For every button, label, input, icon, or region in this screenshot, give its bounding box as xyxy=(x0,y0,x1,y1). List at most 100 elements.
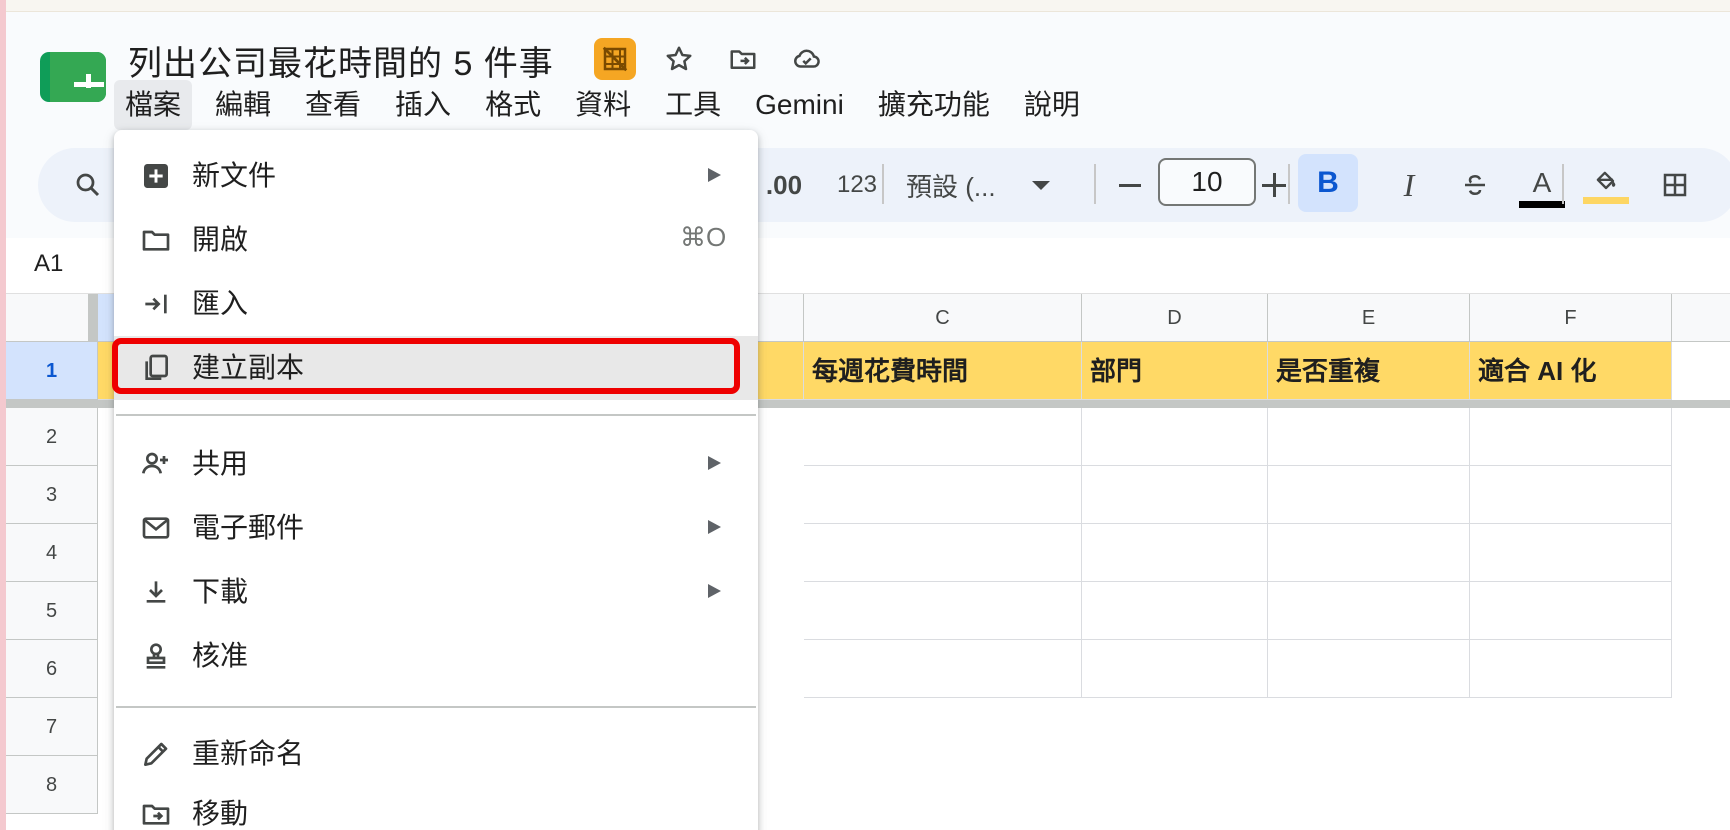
menu-item-label: 核准 xyxy=(192,640,249,671)
menu-view[interactable]: 查看 xyxy=(294,80,372,130)
minus-icon xyxy=(1119,183,1141,187)
menu-item-share[interactable]: 共用 xyxy=(114,432,758,496)
window-top-strip xyxy=(0,0,1730,12)
borders-button[interactable] xyxy=(1650,148,1700,222)
freeze-handle[interactable] xyxy=(88,294,98,342)
grid-cell[interactable] xyxy=(1268,466,1470,524)
row-header-1[interactable]: 1 xyxy=(6,342,98,400)
menu-bar: 檔案 編輯 查看 插入 格式 資料 工具 Gemini 擴充功能 說明 xyxy=(114,80,1103,130)
menu-divider xyxy=(116,706,756,708)
no-grid-badge-icon[interactable] xyxy=(594,38,636,80)
column-header-d[interactable]: D xyxy=(1082,294,1268,342)
grid-cell[interactable] xyxy=(804,582,1082,640)
row-header-6[interactable]: 6 xyxy=(6,640,98,698)
search-menus-icon[interactable] xyxy=(66,148,110,222)
column-header-g[interactable] xyxy=(1672,294,1730,342)
row-header-8[interactable]: 8 xyxy=(6,756,98,814)
row-header-4[interactable]: 4 xyxy=(6,524,98,582)
shortcut-label: ⌘O xyxy=(680,222,727,252)
fill-color-button[interactable] xyxy=(1578,148,1634,222)
column-header-f[interactable]: F xyxy=(1470,294,1672,342)
bold-button[interactable]: B xyxy=(1298,154,1358,212)
select-all-corner[interactable] xyxy=(6,294,98,342)
menu-item-label: 移動 xyxy=(192,798,249,829)
grid-cell[interactable] xyxy=(1082,524,1268,582)
strikethrough-icon xyxy=(1465,174,1485,196)
font-family-select[interactable]: 預設 (... xyxy=(906,148,1116,222)
grid-cell[interactable] xyxy=(1082,466,1268,524)
cell-d1[interactable]: 部門 xyxy=(1082,342,1268,400)
grid-cell[interactable] xyxy=(1268,640,1470,698)
new-doc-icon xyxy=(140,160,172,192)
file-menu-dropdown: 新文件 開啟 ⌘O 匯入 建立副本 共用 電子郵件 下載 核准 重新命名 移動 xyxy=(114,130,758,830)
font-family-label: 預設 (... xyxy=(906,171,996,202)
menu-file[interactable]: 檔案 xyxy=(114,80,193,130)
decimal-increase-button[interactable]: .00 xyxy=(754,148,814,222)
menu-item-import[interactable]: 匯入 xyxy=(114,272,758,336)
grid-cell[interactable] xyxy=(1082,640,1268,698)
menu-item-label: 電子郵件 xyxy=(192,512,305,543)
menu-item-move[interactable]: 移動 xyxy=(114,782,758,830)
menu-item-open[interactable]: 開啟 ⌘O xyxy=(114,208,758,272)
menu-item-label: 新文件 xyxy=(192,160,277,191)
grid-cell[interactable] xyxy=(1268,582,1470,640)
grid-cell[interactable] xyxy=(1470,466,1672,524)
menu-item-download[interactable]: 下載 xyxy=(114,560,758,624)
row-header-7[interactable]: 7 xyxy=(6,698,98,756)
grid-cell[interactable] xyxy=(1470,582,1672,640)
row-header-2[interactable]: 2 xyxy=(6,408,98,466)
italic-button[interactable]: I xyxy=(1384,148,1434,222)
grid-cell[interactable] xyxy=(1268,408,1470,466)
borders-icon xyxy=(1663,173,1687,197)
menu-data[interactable]: 資料 xyxy=(564,80,642,130)
toolbar-separator xyxy=(1288,164,1290,204)
grid-cell[interactable] xyxy=(804,466,1082,524)
cell-e1[interactable]: 是否重複 xyxy=(1268,342,1470,400)
grid-cell[interactable] xyxy=(1470,640,1672,698)
grid-cell[interactable] xyxy=(804,408,1082,466)
document-title[interactable]: 列出公司最花時間的 5 件事 xyxy=(128,36,554,85)
submenu-arrow-icon xyxy=(708,520,721,534)
fill-color-swatch xyxy=(1583,196,1629,204)
menu-item-email[interactable]: 電子郵件 xyxy=(114,496,758,560)
menu-format[interactable]: 格式 xyxy=(474,80,552,130)
email-icon xyxy=(140,512,172,544)
cell-f1[interactable]: 適合 AI 化 xyxy=(1470,342,1672,400)
grid-cell[interactable] xyxy=(1470,408,1672,466)
star-icon[interactable] xyxy=(658,38,700,80)
grid-cell[interactable] xyxy=(804,524,1082,582)
strikethrough-button[interactable] xyxy=(1450,148,1500,222)
menu-gemini[interactable]: Gemini xyxy=(744,80,855,130)
menu-item-rename[interactable]: 重新命名 xyxy=(114,722,758,786)
submenu-arrow-icon xyxy=(708,584,721,598)
menu-item-approvals[interactable]: 核准 xyxy=(114,624,758,688)
cell-c1[interactable]: 每週花費時間 xyxy=(804,342,1082,400)
menu-insert[interactable]: 插入 xyxy=(384,80,462,130)
name-box[interactable]: A1 xyxy=(34,250,63,278)
row-header-5[interactable]: 5 xyxy=(6,582,98,640)
menu-tools[interactable]: 工具 xyxy=(654,80,732,130)
move-folder-icon[interactable] xyxy=(722,38,764,80)
number-format-label: 123 xyxy=(836,171,878,198)
column-header-c[interactable]: C xyxy=(804,294,1082,342)
sheets-logo-icon[interactable] xyxy=(40,52,106,102)
font-size-decrease-button[interactable] xyxy=(1108,148,1152,222)
menu-extensions[interactable]: 擴充功能 xyxy=(867,80,1001,130)
text-color-label: A xyxy=(1532,166,1552,198)
highlight-annotation-box xyxy=(112,338,740,394)
row-header-3[interactable]: 3 xyxy=(6,466,98,524)
grid-cell[interactable] xyxy=(1470,524,1672,582)
grid-cell[interactable] xyxy=(804,640,1082,698)
text-color-swatch xyxy=(1519,200,1565,208)
toolbar-separator xyxy=(1562,164,1564,204)
font-size-input[interactable]: 10 xyxy=(1158,158,1256,206)
menu-item-new[interactable]: 新文件 xyxy=(114,144,758,208)
grid-cell[interactable] xyxy=(1082,408,1268,466)
cloud-saved-icon[interactable] xyxy=(786,38,828,80)
column-header-e[interactable]: E xyxy=(1268,294,1470,342)
download-icon xyxy=(140,576,172,608)
menu-edit[interactable]: 編輯 xyxy=(204,80,282,130)
menu-help[interactable]: 說明 xyxy=(1013,80,1091,130)
grid-cell[interactable] xyxy=(1268,524,1470,582)
grid-cell[interactable] xyxy=(1082,582,1268,640)
